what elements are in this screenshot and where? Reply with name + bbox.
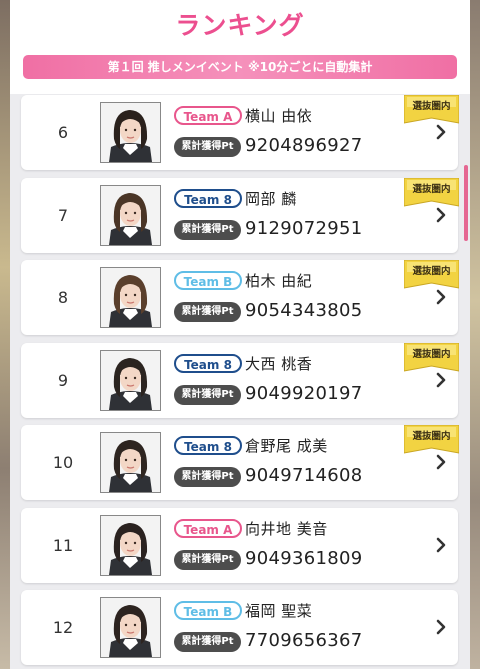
- selected-badge: 選抜圏内: [404, 95, 459, 124]
- badge-label: 選抜圏内: [412, 349, 451, 360]
- chevron-right-icon[interactable]: [434, 288, 448, 306]
- points-label: 累計獲得Pt: [174, 220, 241, 240]
- member-name: 柏木 由紀: [245, 272, 313, 290]
- header: ランキング 第１回 推しメンイベント ※10分ごとに自動集計: [10, 0, 470, 94]
- ranking-row[interactable]: 8 Team B 柏木 由紀 累計獲得Pt 9054343805 選抜圏内: [21, 260, 459, 335]
- event-banner: 第１回 推しメンイベント ※10分ごとに自動集計: [23, 55, 457, 79]
- team-badge: Team A: [174, 106, 242, 125]
- selected-badge: 選抜圏内: [404, 343, 459, 372]
- chevron-right-icon[interactable]: [434, 371, 448, 389]
- member-name: 岡部 麟: [245, 190, 297, 208]
- points-value: 9049361809: [245, 548, 363, 569]
- rank-number: 12: [52, 618, 74, 637]
- ranking-panel: ランキング 第１回 推しメンイベント ※10分ごとに自動集計 6 Team A …: [10, 0, 470, 669]
- member-photo: [100, 515, 161, 576]
- points-label: 累計獲得Pt: [174, 385, 241, 405]
- chevron-right-icon[interactable]: [434, 536, 448, 554]
- member-name: 倉野尾 成美: [245, 437, 328, 455]
- member-photo: [100, 102, 161, 163]
- rank-number: 11: [52, 536, 74, 555]
- points-label: 累計獲得Pt: [174, 632, 241, 652]
- points-label: 累計獲得Pt: [174, 137, 241, 157]
- member-name: 大西 桃香: [245, 355, 313, 373]
- points-value: 9049714608: [245, 465, 363, 486]
- ranking-row[interactable]: 9 Team 8 大西 桃香 累計獲得Pt 9049920197 選抜圏内: [21, 343, 459, 418]
- chevron-right-icon[interactable]: [434, 123, 448, 141]
- team-badge: Team B: [174, 271, 242, 290]
- points-label: 累計獲得Pt: [174, 302, 241, 322]
- team-badge: Team B: [174, 601, 242, 620]
- rank-number: 10: [52, 453, 74, 472]
- background-right: [470, 0, 480, 669]
- points-value: 9129072951: [245, 218, 363, 239]
- badge-label: 選抜圏内: [412, 101, 451, 112]
- member-name: 向井地 美音: [245, 520, 328, 538]
- badge-label: 選抜圏内: [412, 184, 451, 195]
- points-value: 9204896927: [245, 135, 363, 156]
- team-badge: Team A: [174, 519, 242, 538]
- team-badge: Team 8: [174, 436, 242, 455]
- member-photo: [100, 597, 161, 658]
- selected-badge: 選抜圏内: [404, 178, 459, 207]
- background-left: [0, 0, 10, 669]
- chevron-right-icon[interactable]: [434, 618, 448, 636]
- scrollbar[interactable]: [464, 165, 468, 241]
- selected-badge: 選抜圏内: [404, 260, 459, 289]
- rank-number: 6: [57, 123, 69, 142]
- member-name: 横山 由依: [245, 107, 313, 125]
- points-label: 累計獲得Pt: [174, 467, 241, 487]
- rank-number: 8: [57, 288, 69, 307]
- points-value: 7709656367: [245, 630, 363, 651]
- badge-label: 選抜圏内: [412, 266, 451, 277]
- ranking-row[interactable]: 7 Team 8 岡部 麟 累計獲得Pt 9129072951 選抜圏内: [21, 178, 459, 253]
- chevron-right-icon[interactable]: [434, 453, 448, 471]
- rank-number: 9: [57, 371, 69, 390]
- ranking-row[interactable]: 10 Team 8 倉野尾 成美 累計獲得Pt 9049714608 選抜圏内: [21, 425, 459, 500]
- ranking-row[interactable]: 11 Team A 向井地 美音 累計獲得Pt 9049361809: [21, 508, 458, 583]
- member-photo: [100, 432, 161, 493]
- chevron-right-icon[interactable]: [434, 206, 448, 224]
- rank-number: 7: [57, 206, 69, 225]
- team-badge: Team 8: [174, 189, 242, 208]
- points-value: 9054343805: [245, 300, 363, 321]
- page-title: ランキング: [175, 11, 305, 40]
- member-photo: [100, 185, 161, 246]
- ranking-row[interactable]: 12 Team B 福岡 聖菜 累計獲得Pt 7709656367: [21, 590, 458, 665]
- member-photo: [100, 350, 161, 411]
- points-label: 累計獲得Pt: [174, 550, 241, 570]
- member-name: 福岡 聖菜: [245, 602, 313, 620]
- ranking-row[interactable]: 6 Team A 横山 由依 累計獲得Pt 9204896927 選抜圏内: [21, 95, 459, 170]
- team-badge: Team 8: [174, 354, 242, 373]
- selected-badge: 選抜圏内: [404, 425, 459, 454]
- member-photo: [100, 267, 161, 328]
- badge-label: 選抜圏内: [412, 431, 451, 442]
- points-value: 9049920197: [245, 383, 363, 404]
